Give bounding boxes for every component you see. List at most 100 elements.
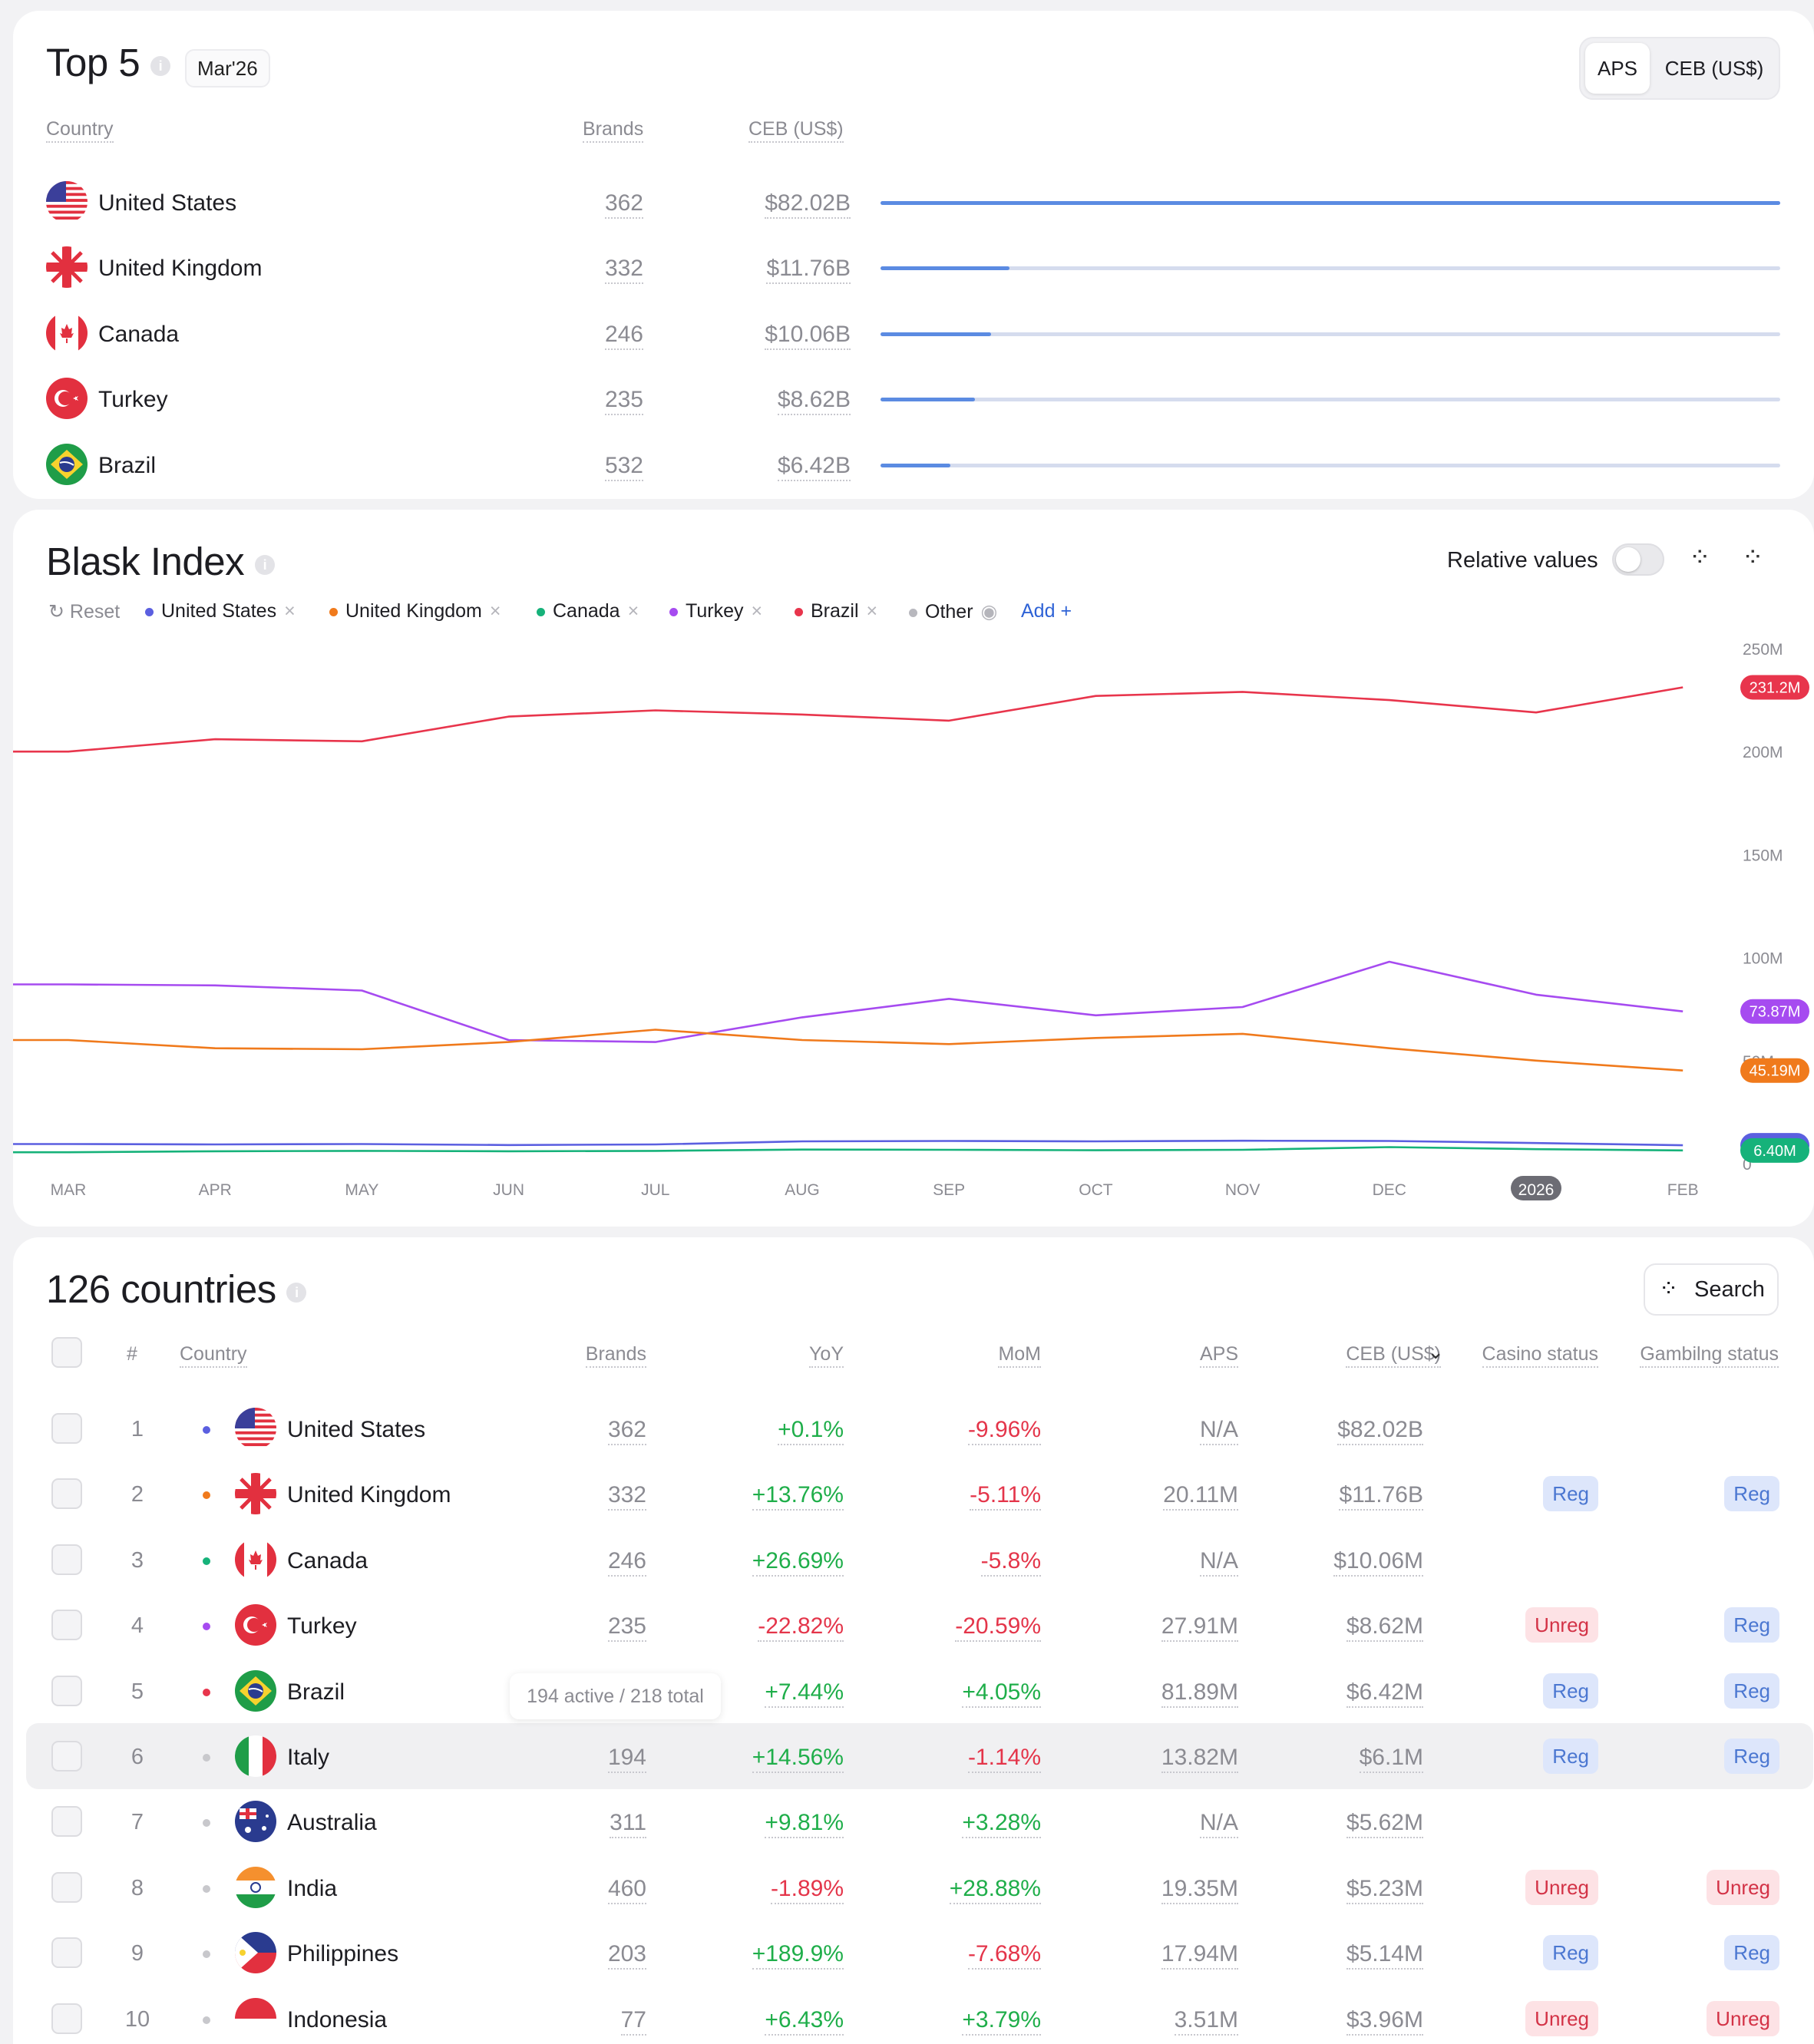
series-color-dot[interactable] xyxy=(203,1688,210,1696)
ceb-value[interactable]: $5.23M xyxy=(1239,1875,1423,1904)
ceb-value[interactable]: $3.96M xyxy=(1239,2006,1423,2036)
row-checkbox[interactable] xyxy=(51,2003,82,2034)
row-checkbox[interactable] xyxy=(51,1937,82,1969)
brands-value[interactable]: 311 xyxy=(474,1810,646,1839)
country-name[interactable]: Philippines xyxy=(287,1941,398,1967)
yoy-header[interactable]: YoY xyxy=(809,1343,844,1368)
aps-value[interactable]: 27.91M xyxy=(1068,1613,1238,1643)
top5-row-brazil[interactable]: Brazil 532 $6.42B xyxy=(13,431,1814,497)
ceb-value[interactable]: $6.42B xyxy=(689,452,851,481)
row-checkbox[interactable] xyxy=(51,1675,82,1706)
table-row[interactable]: 9 Philippines 203 +189.9% -7.68% 17.94M $5.14M… xyxy=(26,1920,1813,1986)
aps-value[interactable]: 20.11M xyxy=(1068,1482,1238,1511)
brands-value[interactable]: 362 xyxy=(550,190,643,219)
series-line-canada[interactable] xyxy=(13,1146,1683,1154)
brands-value[interactable]: 532 xyxy=(550,452,643,481)
brands-value[interactable]: 332 xyxy=(474,1482,646,1511)
brands-value[interactable]: 332 xyxy=(550,256,643,285)
aps-value[interactable]: 19.35M xyxy=(1068,1875,1238,1904)
country-header[interactable]: Country xyxy=(46,118,114,143)
mom-value[interactable]: -5.8% xyxy=(871,1547,1041,1577)
series-line-united-states[interactable] xyxy=(13,1139,1683,1147)
brands-value[interactable]: 203 xyxy=(474,1941,646,1970)
ceb-value[interactable]: $6.42M xyxy=(1239,1679,1423,1708)
brands-value[interactable]: 194 xyxy=(474,1745,646,1773)
brands-value[interactable]: 77 xyxy=(474,2006,646,2036)
table-row[interactable]: 3 Canada 246 +26.69% -5.8% N/A $10.06M xyxy=(26,1527,1813,1593)
brands-header[interactable]: Brands xyxy=(585,1343,646,1368)
series-color-dot[interactable] xyxy=(203,1491,210,1500)
brands-value[interactable]: 246 xyxy=(474,1547,646,1577)
brands-header[interactable]: Brands xyxy=(583,118,644,143)
row-checkbox[interactable] xyxy=(51,1741,82,1772)
row-checkbox[interactable] xyxy=(51,1544,82,1575)
mom-value[interactable]: +28.88% xyxy=(871,1875,1041,1904)
brands-value[interactable]: 460 xyxy=(474,1875,646,1904)
sort-icon[interactable]: ⌄ xyxy=(1410,1340,1444,1364)
ceb-option[interactable]: CEB (US$) xyxy=(1654,43,1774,94)
casino-header[interactable]: Casino status xyxy=(1482,1343,1598,1368)
ceb-value[interactable]: $6.1M xyxy=(1239,1745,1423,1773)
country-name[interactable]: Indonesia xyxy=(287,2007,387,2033)
aps-value[interactable]: 13.82M xyxy=(1068,1745,1238,1773)
row-checkbox[interactable] xyxy=(51,1413,82,1444)
mom-value[interactable]: -1.14% xyxy=(871,1745,1041,1773)
yoy-value[interactable]: +9.81% xyxy=(673,1810,844,1839)
top5-row-united-states[interactable]: United States 362 $82.02B xyxy=(13,169,1814,235)
series-color-dot[interactable] xyxy=(203,1884,210,1893)
country-name[interactable]: Canada xyxy=(287,1548,368,1574)
table-row[interactable]: 1 United States 362 +0.1% -9.96% N/A $82.02B xyxy=(26,1395,1813,1461)
table-row[interactable]: 4 Turkey 235 -22.82% -20.59% 27.91M $8.62M Unre… xyxy=(26,1592,1813,1658)
top5-row-turkey[interactable]: Turkey 235 $8.62B xyxy=(13,365,1814,431)
series-color-dot[interactable] xyxy=(203,1426,210,1434)
aps-value[interactable]: 17.94M xyxy=(1068,1941,1238,1970)
mom-value[interactable]: -9.96% xyxy=(871,1417,1041,1445)
info-icon[interactable]: i xyxy=(150,55,170,76)
yoy-value[interactable]: +0.1% xyxy=(673,1417,844,1445)
ceb-header[interactable]: CEB (US$) xyxy=(748,118,844,143)
table-row[interactable]: 5Brazil532+7.44%+4.05%81.89M$6.42MRegReg xyxy=(26,1658,1813,1724)
series-color-dot[interactable] xyxy=(203,1950,210,1959)
mom-value[interactable]: -7.68% xyxy=(871,1941,1041,1970)
table-row[interactable]: 10 Indonesia 77 +6.43% +3.79% 3.51M $3.96M Unre… xyxy=(26,1986,1813,2044)
aps-value[interactable]: N/A xyxy=(1068,1547,1238,1577)
ceb-value[interactable]: $10.06B xyxy=(689,321,851,350)
ceb-value[interactable]: $5.14M xyxy=(1239,1941,1423,1970)
top5-row-canada[interactable]: Canada 246 $10.06B xyxy=(13,300,1814,366)
aps-value[interactable]: N/A xyxy=(1068,1417,1238,1445)
country-name[interactable]: Turkey xyxy=(287,1613,357,1639)
series-color-dot[interactable] xyxy=(203,1557,210,1565)
mom-value[interactable]: -5.11% xyxy=(871,1482,1041,1511)
table-row[interactable]: 6 Italy 194 +14.56% -1.14% 13.82M $6.1M Reg Reg xyxy=(26,1723,1813,1789)
ceb-value[interactable]: $8.62M xyxy=(1239,1613,1423,1643)
aps-value[interactable]: 81.89M xyxy=(1068,1679,1238,1708)
yoy-value[interactable]: +6.43% xyxy=(673,2006,844,2036)
aps-value[interactable]: N/A xyxy=(1068,1810,1238,1839)
country-header[interactable]: Country xyxy=(180,1343,247,1368)
ceb-value[interactable]: $11.76B xyxy=(1239,1482,1423,1511)
table-row[interactable]: 8 India 460 -1.89% +28.88% 19.35M $5.23M Unreg U… xyxy=(26,1854,1813,1920)
mom-value[interactable]: +3.79% xyxy=(871,2006,1041,2036)
search-button[interactable]: ⁘ Search xyxy=(1644,1263,1779,1316)
brands-value[interactable]: 235 xyxy=(474,1613,646,1643)
series-line-turkey[interactable] xyxy=(13,960,1683,1043)
select-all-checkbox[interactable] xyxy=(51,1337,82,1368)
country-name[interactable]: United Kingdom xyxy=(287,1482,451,1508)
aps-value[interactable]: 3.51M xyxy=(1068,2006,1238,2036)
row-checkbox[interactable] xyxy=(51,1478,82,1510)
yoy-value[interactable]: +13.76% xyxy=(673,1482,844,1511)
series-color-dot[interactable] xyxy=(203,2016,210,2024)
series-color-dot[interactable] xyxy=(203,1819,210,1828)
country-name[interactable]: India xyxy=(287,1876,337,1902)
ceb-value[interactable]: $5.62M xyxy=(1239,1810,1423,1839)
country-name[interactable]: Brazil xyxy=(287,1679,345,1706)
yoy-value[interactable]: -1.89% xyxy=(673,1875,844,1904)
row-checkbox[interactable] xyxy=(51,1806,82,1838)
table-row[interactable]: 2 United Kingdom 332 +13.76% -5.11% 20.11M $11… xyxy=(26,1461,1813,1527)
yoy-value[interactable]: +14.56% xyxy=(673,1745,844,1773)
yoy-value[interactable]: +189.9% xyxy=(673,1941,844,1970)
yoy-value[interactable]: +26.69% xyxy=(673,1547,844,1577)
mom-header[interactable]: MoM xyxy=(998,1343,1041,1368)
mom-value[interactable]: +3.28% xyxy=(871,1810,1041,1839)
yoy-value[interactable]: -22.82% xyxy=(673,1613,844,1643)
